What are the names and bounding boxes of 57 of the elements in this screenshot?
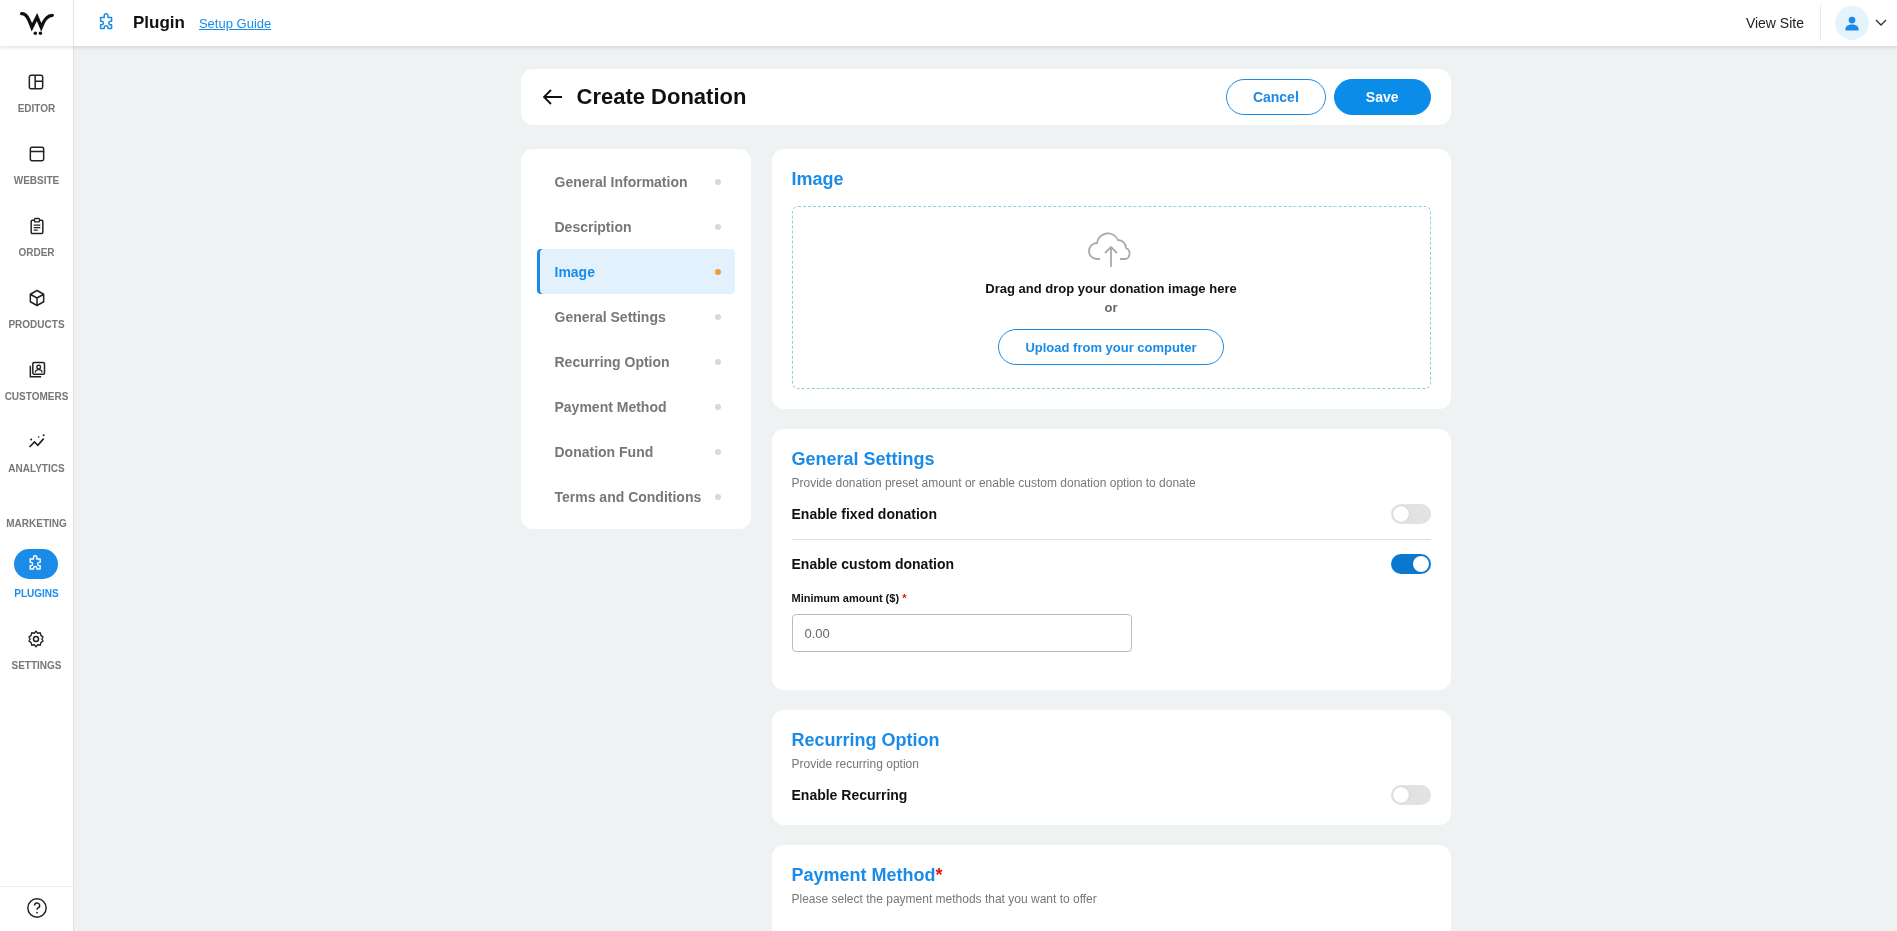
puzzle-icon [14,549,59,579]
cancel-button[interactable]: Cancel [1225,79,1326,115]
section-nav-item[interactable]: Image [536,249,735,294]
drop-zone[interactable]: Drag and drop your donation image here or Upload from your computer [791,206,1431,389]
user-icon [1843,14,1861,32]
section-nav-item[interactable]: Recurring Option [536,339,735,384]
page-heading: Create Donation [576,84,747,110]
status-dot-icon [714,448,721,455]
section-nav-item[interactable]: Donation Fund [536,429,735,474]
sidebar-item[interactable]: PLUGINS [14,549,59,627]
status-dot-icon [714,493,721,500]
minimum-amount-field[interactable]: 0.00 [791,614,1132,652]
setup-guide-link[interactable]: Setup Guide [198,15,272,31]
upload-button[interactable]: Upload from your computer [998,329,1224,365]
toggle-switch[interactable] [1390,554,1431,574]
avatar[interactable] [1835,6,1869,40]
status-dot-icon [714,268,721,275]
sidebar-item[interactable]: CUSTOMERS [4,358,69,430]
sidebar-item[interactable]: ORDER [18,214,55,286]
status-dot-icon [714,313,721,320]
save-button[interactable]: Save [1333,79,1431,115]
or-text: or [1104,300,1118,315]
section-title: General Settings [791,449,936,470]
section-nav-item[interactable]: General Information [536,159,735,204]
help-icon[interactable] [25,897,48,919]
status-dot-icon [714,223,721,230]
section-description: Please select the payment methods that you want to offer [791,892,1098,906]
status-dot-icon [714,403,721,410]
sidebar-item[interactable]: WEBSITE [13,142,60,214]
section-nav-item[interactable]: Payment Method [536,384,735,429]
section-nav-item[interactable]: Description [536,204,735,249]
view-site-link[interactable]: View Site [1745,15,1804,31]
field-label: Minimum amount ($) * [791,592,908,604]
section-title: Recurring Option [791,730,941,751]
sidebar-item[interactable]: PRODUCTS [8,286,65,358]
section-title: Image [791,169,845,190]
page-title: Plugin [133,13,185,33]
toggle-label: Enable Recurring [791,787,908,803]
status-dot-icon [714,178,721,185]
drop-instructions: Drag and drop your donation image here [985,281,1237,296]
section-description: Provide donation preset amount or enable custom donation option to donate [791,476,1197,490]
section-title: Payment Method* [791,865,944,886]
sidebar-section-label[interactable]: MARKETING [6,518,67,529]
sidebar-item[interactable]: ANALYTICS [8,430,65,502]
toggle-label: Enable fixed donation [791,506,937,522]
section-nav-item[interactable]: General Settings [536,294,735,339]
status-dot-icon [714,358,721,365]
sidebar-item[interactable]: EDITOR [17,70,56,142]
sidebar-item[interactable]: SETTINGS [11,627,62,699]
section-description: Provide recurring option [791,757,920,771]
chevron-down-icon[interactable] [1875,19,1887,27]
section-nav-item[interactable]: Terms and Conditions [536,474,735,519]
toggle-switch[interactable] [1390,504,1431,524]
toggle-switch[interactable] [1390,785,1431,805]
logo-icon[interactable] [19,10,54,36]
toggle-label: Enable custom donation [791,556,955,572]
gear-icon [26,629,47,649]
